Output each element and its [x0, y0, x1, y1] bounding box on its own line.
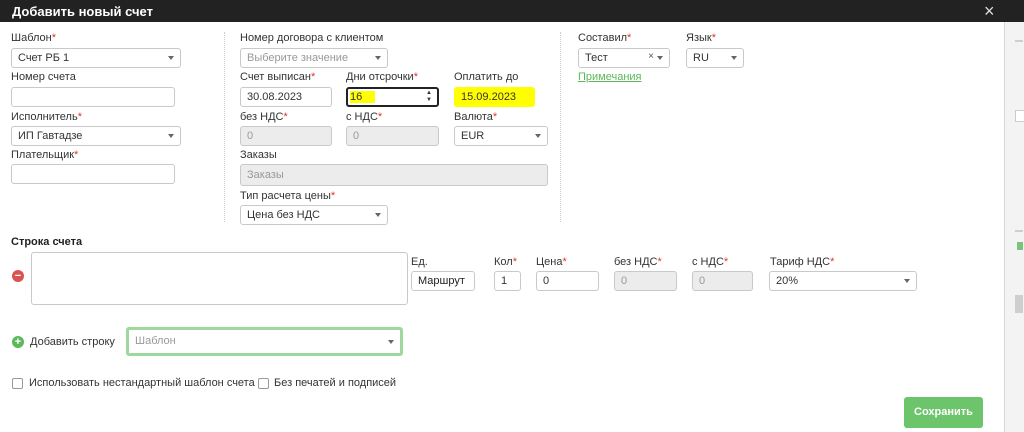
pay-by-label: Оплатить до — [454, 71, 519, 83]
price-type-select[interactable]: Цена без НДС — [240, 205, 388, 225]
custom-template-checkbox[interactable] — [12, 378, 23, 389]
dialog-title: Добавить новый счет — [12, 4, 153, 19]
price-label: Цена* — [536, 256, 567, 268]
add-row-icon[interactable]: + — [12, 336, 24, 348]
line-with-vat-label: с НДС* — [692, 256, 729, 268]
no-stamps-checkbox[interactable] — [258, 378, 269, 389]
qty-label: Кол* — [494, 256, 517, 268]
pay-by-date-input[interactable]: 15.09.2023 — [454, 87, 535, 107]
line-without-vat-input: 0 — [614, 271, 677, 291]
background-mark — [1015, 40, 1023, 42]
invoice-number-input[interactable] — [11, 87, 175, 107]
vat-rate-label: Тариф НДС* — [770, 256, 835, 268]
save-button[interactable]: Сохранить — [904, 397, 983, 428]
payer-input[interactable] — [11, 164, 175, 184]
background-mark — [1015, 295, 1023, 313]
issued-label: Счет выписан* — [240, 71, 316, 83]
executor-select[interactable]: ИП Гавтадзе — [11, 126, 181, 146]
chevron-down-icon — [168, 134, 174, 138]
chevron-down-icon — [535, 134, 541, 138]
clear-icon[interactable]: × — [648, 51, 654, 62]
custom-template-label: Использовать нестандартный шаблон счета — [29, 377, 255, 389]
column-separator — [560, 32, 561, 222]
chevron-down-icon — [657, 56, 663, 60]
background-mark — [1015, 230, 1023, 232]
unit-label: Ед. — [411, 256, 428, 268]
column-separator — [224, 32, 225, 222]
line-with-vat-input: 0 — [692, 271, 753, 291]
language-label: Язык* — [686, 32, 716, 44]
chevron-down-icon — [904, 279, 910, 283]
chevron-down-icon — [731, 56, 737, 60]
language-select[interactable]: RU — [686, 48, 744, 68]
deferral-days-label: Дни отсрочки* — [346, 71, 418, 83]
without-vat-label: без НДС* — [240, 111, 288, 123]
close-icon[interactable]: × — [984, 1, 995, 22]
contract-number-label: Номер договора с клиентом — [240, 32, 384, 44]
background-mark — [1015, 110, 1024, 122]
orders-label: Заказы — [240, 149, 277, 161]
vat-rate-select[interactable]: 20% — [769, 271, 917, 291]
executor-label: Исполнитель* — [11, 111, 82, 123]
deferral-days-value: 16 — [350, 91, 376, 103]
with-vat-label: с НДС* — [346, 111, 383, 123]
price-input[interactable]: 0 — [536, 271, 599, 291]
invoice-number-label: Номер счета — [11, 71, 76, 83]
contract-number-select[interactable]: Выберите значение — [240, 48, 388, 68]
qty-input[interactable]: 1 — [494, 271, 521, 291]
notes-link[interactable]: Примечания — [578, 71, 642, 83]
compiled-by-select[interactable]: Тест × — [578, 48, 670, 68]
line-description-textarea[interactable] — [31, 252, 408, 305]
line-without-vat-label: без НДС* — [614, 256, 662, 268]
add-row-label[interactable]: Добавить строку — [30, 336, 115, 348]
currency-select[interactable]: EUR — [454, 126, 548, 146]
deferral-days-input[interactable]: 16 ▲ ▼ — [346, 87, 439, 107]
without-vat-input: 0 — [240, 126, 332, 146]
chevron-down-icon — [388, 340, 394, 344]
background-page — [1004, 0, 1024, 432]
payer-label: Плательщик* — [11, 149, 79, 161]
compiled-by-label: Составил* — [578, 32, 632, 44]
chevron-down-icon — [375, 56, 381, 60]
template-select[interactable]: Счет РБ 1 — [11, 48, 181, 68]
price-type-label: Тип расчета цены* — [240, 190, 336, 202]
remove-row-icon[interactable]: − — [12, 270, 24, 282]
row-template-select[interactable]: Шаблон — [126, 327, 403, 356]
chevron-down-icon — [375, 213, 381, 217]
stepper-arrows-icon[interactable]: ▲ ▼ — [426, 90, 434, 104]
with-vat-input: 0 — [346, 126, 439, 146]
unit-input[interactable]: Маршрут — [411, 271, 475, 291]
invoice-line-title: Строка счета — [11, 236, 83, 248]
orders-input[interactable]: Заказы — [240, 164, 548, 186]
background-mark — [1017, 242, 1023, 250]
template-label: Шаблон* — [11, 32, 57, 44]
no-stamps-label: Без печатей и подписей — [274, 377, 397, 389]
currency-label: Валюта* — [454, 111, 498, 123]
chevron-down-icon — [168, 56, 174, 60]
dialog-titlebar: Добавить новый счет × — [0, 0, 1024, 22]
issued-date-input[interactable]: 30.08.2023 — [240, 87, 332, 107]
